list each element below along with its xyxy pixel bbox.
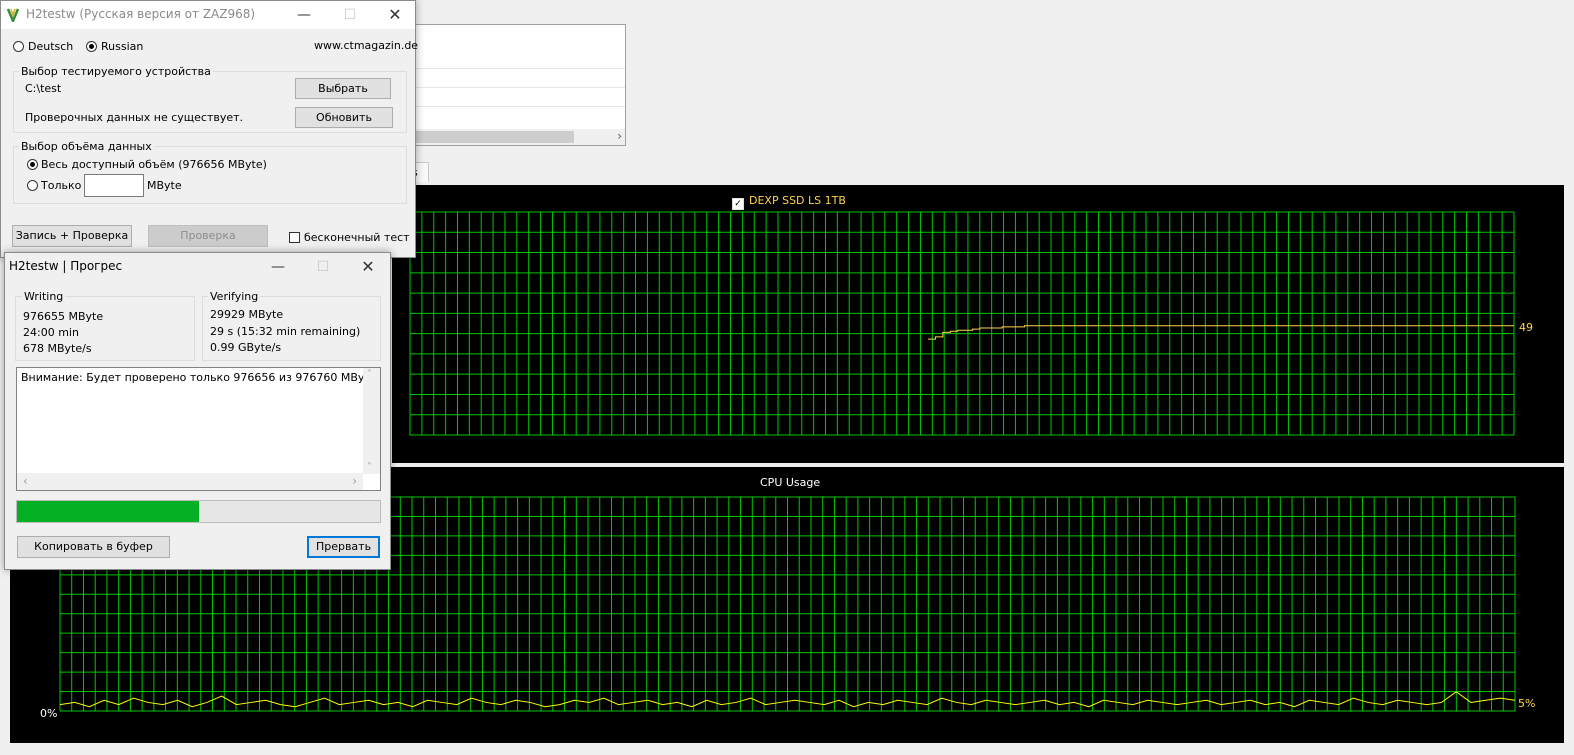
title-bar[interactable]: H2testw (Русская версия от ZAZ968) — ☐ ✕ xyxy=(1,1,415,29)
cpu-zero-label: 0% xyxy=(40,707,58,720)
radio-only[interactable] xyxy=(27,180,38,191)
disk-graph-title[interactable]: ✓ DEXP SSD LS 1TB xyxy=(732,194,846,210)
writing-speed: 678 MByte/s xyxy=(23,342,92,355)
volume-group xyxy=(13,146,407,204)
radio-deutsch[interactable] xyxy=(13,41,24,52)
endless-test-checkbox[interactable] xyxy=(289,232,300,243)
window-title: H2testw | Прогрес xyxy=(9,259,123,273)
writing-label: Writing xyxy=(22,290,66,303)
title-bar[interactable]: H2testw | Прогрес — ☐ ✕ xyxy=(5,253,390,281)
cpu-graph-title: CPU Usage xyxy=(760,476,821,489)
write-verify-button[interactable]: Запись + Проверка xyxy=(12,225,132,247)
verifying-speed: 0.99 GByte/s xyxy=(210,341,282,354)
radio-russian-label[interactable]: Russian xyxy=(101,40,143,53)
writing-time: 24:00 min xyxy=(23,326,79,339)
log-text: Внимание: Будет проверено только 976656 … xyxy=(21,371,380,384)
disk-current-value: 49 xyxy=(1519,321,1533,334)
abort-button[interactable]: Прервать xyxy=(307,536,380,558)
scroll-up-icon[interactable]: ˄ xyxy=(367,369,372,380)
list-row[interactable] xyxy=(411,106,625,107)
device-path: C:\test xyxy=(25,82,62,95)
select-button[interactable]: Выбрать xyxy=(295,78,391,99)
minimize-icon[interactable]: — xyxy=(255,253,301,281)
scroll-right-icon[interactable]: › xyxy=(617,129,622,143)
log-textarea[interactable]: Внимание: Будет проверено только 976656 … xyxy=(16,367,381,491)
verify-button: Проверка xyxy=(148,225,268,247)
background-list[interactable] xyxy=(410,24,626,146)
progress-fill xyxy=(17,501,199,522)
volume-group-label: Выбор объёма данных xyxy=(19,140,154,153)
maximize-icon: ☐ xyxy=(316,259,330,275)
window-title: H2testw (Русская версия от ZAZ968) xyxy=(26,7,256,21)
close-icon[interactable]: ✕ xyxy=(372,1,418,29)
disk-visible-checkbox[interactable]: ✓ xyxy=(732,198,744,210)
radio-all-space-label[interactable]: Весь доступный объём (976656 MByte) xyxy=(41,158,267,171)
radio-all-space[interactable] xyxy=(27,159,38,170)
disk-graph xyxy=(409,211,1515,436)
endless-test-label[interactable]: бесконечный тест xyxy=(304,231,410,244)
writing-size: 976655 MByte xyxy=(23,310,104,323)
cpu-current-value: 5% xyxy=(1518,697,1536,710)
only-mbyte-input[interactable] xyxy=(84,174,144,197)
list-row[interactable] xyxy=(411,87,625,88)
list-row[interactable] xyxy=(411,68,625,69)
data-status: Проверочных данных не существует. xyxy=(25,111,244,124)
radio-russian[interactable] xyxy=(86,41,97,52)
refresh-button[interactable]: Обновить xyxy=(295,107,393,128)
scroll-right-icon[interactable]: › xyxy=(352,474,357,488)
device-group-label: Выбор тестируемого устройства xyxy=(19,65,213,78)
close-icon[interactable]: ✕ xyxy=(345,253,391,281)
verifying-label: Verifying xyxy=(208,290,261,303)
minimize-icon[interactable]: — xyxy=(281,1,327,29)
h2testw-progress-window: H2testw | Прогрес — ☐ ✕ Writing 976655 M… xyxy=(4,252,391,570)
copy-button[interactable]: Копировать в буфер xyxy=(17,536,170,558)
disk-title-label: DEXP SSD LS 1TB xyxy=(749,194,846,207)
website-link[interactable]: www.ctmagazin.de xyxy=(314,39,418,52)
radio-only-label[interactable]: Только xyxy=(41,179,81,192)
horizontal-scrollbar[interactable]: › xyxy=(411,129,625,145)
only-unit-label: MByte xyxy=(147,179,182,192)
scroll-down-icon[interactable]: ˅ xyxy=(367,462,372,473)
verifying-time: 29 s (15:32 min remaining) xyxy=(210,325,361,338)
verifying-size: 29929 MByte xyxy=(210,308,284,321)
scroll-left-icon[interactable]: ‹ xyxy=(23,474,28,488)
vertical-scrollbar[interactable]: ˄ ˅ xyxy=(363,368,380,474)
progress-bar xyxy=(16,500,381,523)
maximize-icon: ☐ xyxy=(343,7,357,23)
radio-deutsch-label[interactable]: Deutsch xyxy=(28,40,73,53)
app-icon xyxy=(7,8,19,22)
scrollbar-thumb[interactable] xyxy=(411,131,574,143)
horizontal-scrollbar[interactable]: ‹ › xyxy=(17,473,363,490)
h2testw-main-window: H2testw (Русская версия от ZAZ968) — ☐ ✕… xyxy=(0,0,418,258)
